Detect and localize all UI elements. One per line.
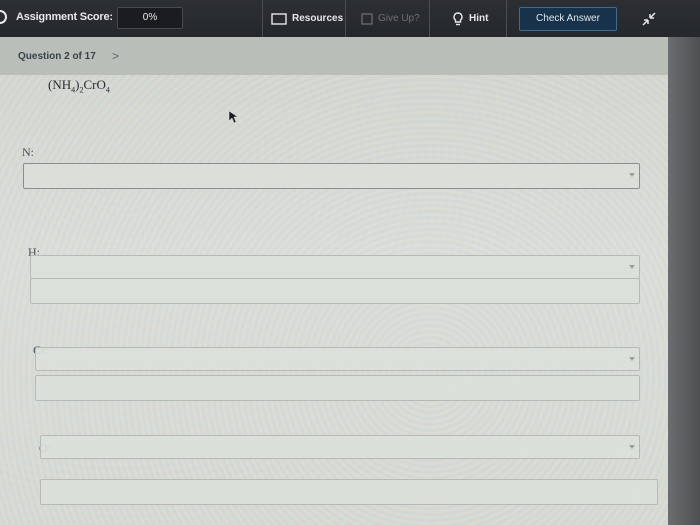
resources-button[interactable]: Resources <box>271 0 343 37</box>
nitrogen-label: N: <box>22 145 34 159</box>
chromium-answer-top <box>35 347 640 371</box>
scroll-edge <box>668 37 700 525</box>
hint-label: Hint <box>469 13 489 24</box>
oxygen-answer-field[interactable] <box>40 479 658 505</box>
toolbar-divider <box>262 0 263 37</box>
resources-label: Resources <box>292 13 344 24</box>
dropdown-caret-icon <box>629 173 635 177</box>
give-up-button[interactable]: Give Up? <box>361 0 420 37</box>
hint-lightbulb-icon <box>452 11 464 26</box>
compound-formula: (NH4)2CrO4 <box>48 77 110 95</box>
chromium-answer-field[interactable] <box>35 375 640 401</box>
oxygen-answer-top <box>40 435 640 459</box>
give-up-label: Give Up? <box>378 13 420 24</box>
toolbar-divider <box>506 0 507 37</box>
hint-button[interactable]: Hint <box>452 0 488 37</box>
dropdown-caret-icon <box>629 265 635 269</box>
toolbar-divider <box>429 0 430 37</box>
assignment-score-value: 0% <box>117 7 183 29</box>
dropdown-caret-icon <box>629 445 635 449</box>
question-nav-bar: Question 2 of 17 > <box>0 37 668 75</box>
nitrogen-answer-field[interactable] <box>23 163 640 189</box>
hydrogen-answer-top <box>30 255 640 279</box>
check-answer-button[interactable]: Check Answer <box>519 7 617 31</box>
dropdown-caret-icon <box>629 357 635 361</box>
next-question-chevron-icon[interactable]: > <box>112 49 119 63</box>
resources-doc-icon <box>271 12 287 25</box>
top-toolbar: Assignment Score: 0% Resources Give Up? … <box>0 0 700 37</box>
question-panel: (NH4)2CrO4 N: H: Cr: O: <box>0 75 668 525</box>
assignment-score-label: Assignment Score: <box>16 11 113 23</box>
hydrogen-answer-field[interactable] <box>30 278 640 304</box>
toolbar-divider <box>345 0 346 37</box>
score-circle-icon <box>0 10 7 24</box>
give-up-flag-icon <box>361 12 373 25</box>
collapse-arrows-icon[interactable] <box>641 11 657 32</box>
mouse-pointer-icon <box>228 110 240 129</box>
question-counter[interactable]: Question 2 of 17 <box>18 51 96 62</box>
